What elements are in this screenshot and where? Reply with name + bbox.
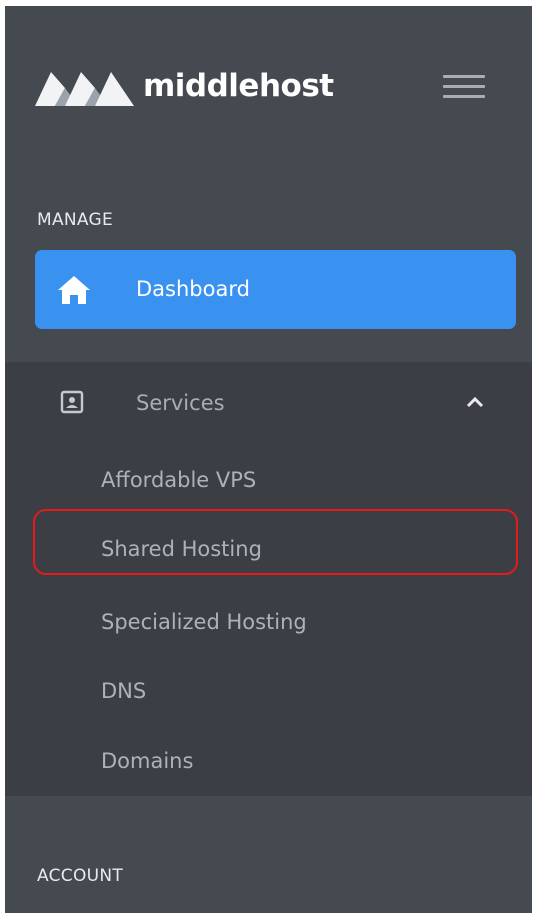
submenu-item-affordable-vps[interactable]: Affordable VPS [101,460,256,500]
submenu-item-specialized-hosting[interactable]: Specialized Hosting [101,602,307,642]
sidebar-item-label: Services [136,391,225,415]
contact-card-icon [60,390,84,414]
sidebar: middlehost MANAGE Dashboard Services Aff… [5,6,532,913]
sidebar-item-dashboard[interactable]: Dashboard [35,250,516,329]
submenu-item-domains[interactable]: Domains [101,741,193,781]
sidebar-item-services[interactable]: Services [5,362,532,444]
section-label-manage: MANAGE [37,210,114,230]
home-icon [58,276,90,304]
chevron-up-icon[interactable] [465,395,485,409]
mountain-peaks-logo-icon [35,72,134,106]
brand-name: middlehost [143,68,334,104]
services-submenu: Services [5,362,532,796]
brand[interactable]: middlehost [35,56,334,116]
section-label-account: ACCOUNT [37,866,124,886]
sidebar-item-label: Dashboard [136,277,250,301]
highlight-ring [33,509,518,575]
hamburger-icon[interactable] [443,69,485,103]
submenu-item-dns[interactable]: DNS [101,671,146,711]
